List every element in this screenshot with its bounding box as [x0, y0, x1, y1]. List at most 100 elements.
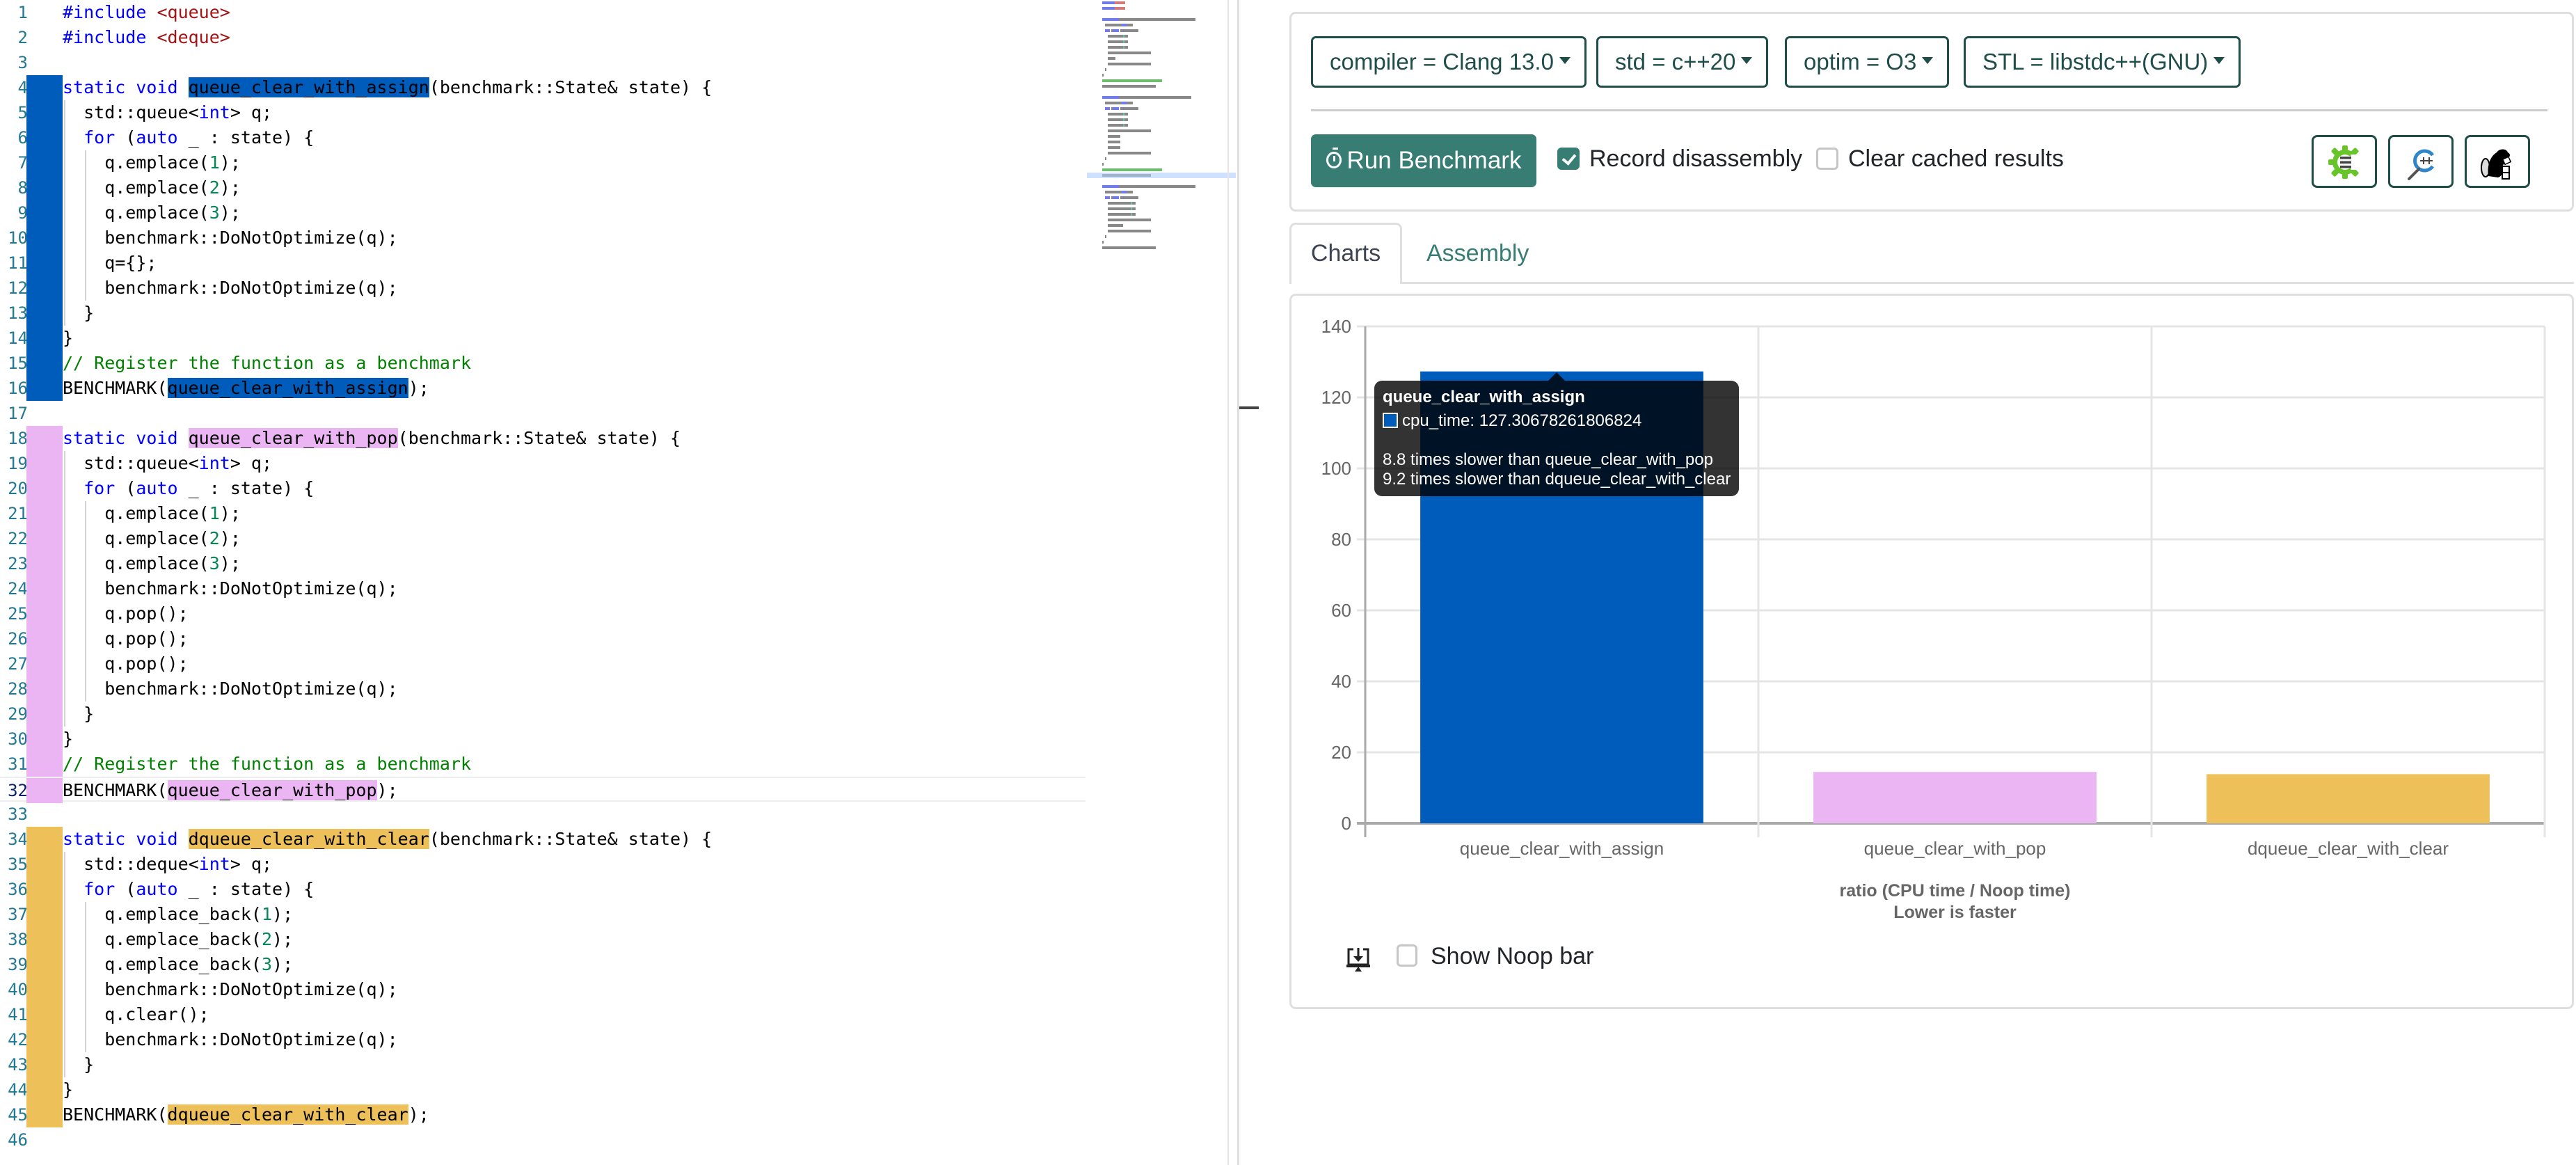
minimap-line: [1105, 235, 1107, 238]
code-line[interactable]: 34 static void dqueue_clear_with_clear(be…: [0, 827, 1086, 852]
code-line[interactable]: 9 q.emplace(3);: [0, 200, 1086, 225]
code-line[interactable]: 5 std::queue<int> q;: [0, 100, 1086, 125]
tooltip-value: cpu_time: 127.30678261806824: [1402, 411, 1642, 430]
code-line[interactable]: 20 for (auto _ : state) {: [0, 476, 1086, 501]
minimap-line: [1124, 40, 1128, 43]
splitter-handle[interactable]: [1239, 406, 1259, 409]
code-line[interactable]: 27 q.pop();: [0, 651, 1086, 676]
compiler-dropdown[interactable]: compiler = Clang 13.0: [1311, 36, 1587, 88]
code-line[interactable]: 45 BENCHMARK(dqueue_clear_with_clear);: [0, 1102, 1086, 1127]
build-bench-button[interactable]: [2465, 135, 2530, 188]
clear-cache-checkbox[interactable]: [1816, 148, 1838, 170]
code-line[interactable]: 18 static void queue_clear_with_pop(bench…: [0, 426, 1086, 451]
benchmark-gutter-marker: [26, 877, 63, 902]
code-line[interactable]: 28 benchmark::DoNotOptimize(q);: [0, 676, 1086, 702]
minimap-line: [1108, 219, 1151, 221]
line-number: 7: [17, 153, 28, 173]
benchmark-gutter-marker: [26, 175, 63, 200]
code-line[interactable]: 22 q.emplace(2);: [0, 526, 1086, 551]
minimap-line: [1108, 129, 1151, 132]
code-line[interactable]: 36 for (auto _ : state) {: [0, 877, 1086, 902]
benchmark-gutter-marker: [26, 451, 63, 476]
code-line[interactable]: 39 q.emplace_back(3);: [0, 952, 1086, 977]
minimap[interactable]: [1087, 0, 1236, 1165]
benchmark-gutter-marker: [26, 376, 63, 401]
code-line[interactable]: 7 q.emplace(1);: [0, 150, 1086, 175]
code-line[interactable]: 25 q.pop();: [0, 601, 1086, 626]
x-axis-title: ratio (CPU time / Noop time): [1840, 881, 2071, 901]
bar-dqueue-clear-with-clear[interactable]: [2207, 774, 2490, 823]
code-line[interactable]: 12 benchmark::DoNotOptimize(q);: [0, 276, 1086, 301]
code-line[interactable]: 29 }: [0, 702, 1086, 727]
code-line[interactable]: 35 std::deque<int> q;: [0, 852, 1086, 877]
show-noop-checkbox[interactable]: [1397, 944, 1417, 967]
code-line[interactable]: 41 q.clear();: [0, 1002, 1086, 1027]
code-line[interactable]: 2 #include <deque>: [0, 25, 1086, 50]
code-line[interactable]: 33: [0, 802, 1086, 827]
line-number: 14: [8, 328, 28, 348]
code-line[interactable]: 15 // Register the function as a benchmar…: [0, 351, 1086, 376]
tab-assembly[interactable]: Assembly: [1413, 223, 1543, 284]
code-line[interactable]: 37 q.emplace_back(1);: [0, 902, 1086, 927]
cpp-insights-icon: [2408, 149, 2435, 180]
clear-cache-label[interactable]: Clear cached results: [1848, 143, 2064, 174]
code-line[interactable]: 14}: [0, 326, 1086, 351]
stl-dropdown-label: STL = libstdc++(GNU): [1982, 49, 2209, 74]
record-disassembly-checkbox[interactable]: [1557, 148, 1580, 170]
compiler-explorer-button[interactable]: [2312, 135, 2377, 188]
line-number: 17: [8, 404, 28, 423]
code-line[interactable]: 11 q={};: [0, 251, 1086, 276]
code-line[interactable]: 46: [0, 1127, 1086, 1152]
download-chart-icon[interactable]: [1346, 946, 1370, 972]
code-line[interactable]: 13 }: [0, 301, 1086, 326]
benchmark-gutter-marker: [26, 526, 63, 551]
show-noop-label[interactable]: Show Noop bar: [1431, 941, 1593, 972]
code-line[interactable]: 38 q.emplace_back(2);: [0, 927, 1086, 952]
code-line[interactable]: 17: [0, 401, 1086, 426]
code-editor[interactable]: 1 #include <queue> 2 #include <deque> 3 4 stat…: [0, 0, 1237, 1165]
code-line[interactable]: 10 benchmark::DoNotOptimize(q);: [0, 225, 1086, 251]
tab-underline: [1402, 282, 2574, 284]
minimap-line: [1108, 230, 1151, 232]
code-line[interactable]: 30}: [0, 727, 1086, 752]
run-benchmark-button[interactable]: Run Benchmark: [1311, 134, 1536, 187]
minimap-line: [1108, 152, 1151, 154]
code-line[interactable]: 42 benchmark::DoNotOptimize(q);: [0, 1027, 1086, 1052]
benchmark-gutter-marker: [26, 827, 63, 852]
code-line[interactable]: 43 }: [0, 1052, 1086, 1077]
code-line[interactable]: 19 std::queue<int> q;: [0, 451, 1086, 476]
std-dropdown-label: std = c++20: [1615, 49, 1736, 74]
code-line[interactable]: 24 benchmark::DoNotOptimize(q);: [0, 576, 1086, 601]
benchmark-gutter-marker: [26, 501, 63, 526]
optim-dropdown[interactable]: optim = O3: [1785, 36, 1950, 88]
std-dropdown[interactable]: std = c++20: [1596, 36, 1769, 88]
minimap-line: [1122, 24, 1127, 26]
benchmark-gutter-marker: [26, 100, 63, 125]
code-line[interactable]: 23 q.emplace(3);: [0, 551, 1086, 576]
code-line[interactable]: 26 q.pop();: [0, 626, 1086, 651]
panel-splitter[interactable]: [1237, 0, 1243, 1165]
cpp-insights-button[interactable]: [2388, 135, 2454, 188]
line-number: 21: [8, 504, 28, 523]
code-line[interactable]: 16 BENCHMARK(queue_clear_with_assign);: [0, 376, 1086, 401]
benchmark-gutter-marker: [26, 927, 63, 952]
minimap-line: [1126, 191, 1133, 193]
code-line[interactable]: 1 #include <queue>: [0, 0, 1086, 25]
code-line[interactable]: 21 q.emplace(1);: [0, 501, 1086, 526]
minimap-scrollbar[interactable]: [1227, 0, 1229, 1165]
code-line[interactable]: 40 benchmark::DoNotOptimize(q);: [0, 977, 1086, 1002]
stl-dropdown[interactable]: STL = libstdc++(GNU): [1964, 36, 2241, 88]
code-line[interactable]: 44}: [0, 1077, 1086, 1102]
benchmark-gutter-marker: [26, 601, 63, 626]
code-line[interactable]: 31 // Register the function as a benchmar…: [0, 752, 1086, 777]
chart-tooltip: queue_clear_with_assign cpu_time: 127.30…: [1374, 372, 1739, 496]
record-disassembly-label[interactable]: Record disassembly: [1589, 143, 1802, 174]
code-line[interactable]: 6 for (auto _ : state) {: [0, 125, 1086, 150]
code-line[interactable]: 3: [0, 50, 1086, 75]
code-line[interactable]: 32 BENCHMARK(queue_clear_with_pop);: [0, 777, 1086, 803]
tab-charts[interactable]: Charts: [1289, 223, 1402, 284]
bar-queue-clear-with-pop[interactable]: [1813, 772, 2097, 823]
benchmark-gutter-marker: [26, 576, 63, 601]
code-line[interactable]: 8 q.emplace(2);: [0, 175, 1086, 200]
code-line[interactable]: 4 static void queue_clear_with_assign(ben…: [0, 75, 1086, 100]
